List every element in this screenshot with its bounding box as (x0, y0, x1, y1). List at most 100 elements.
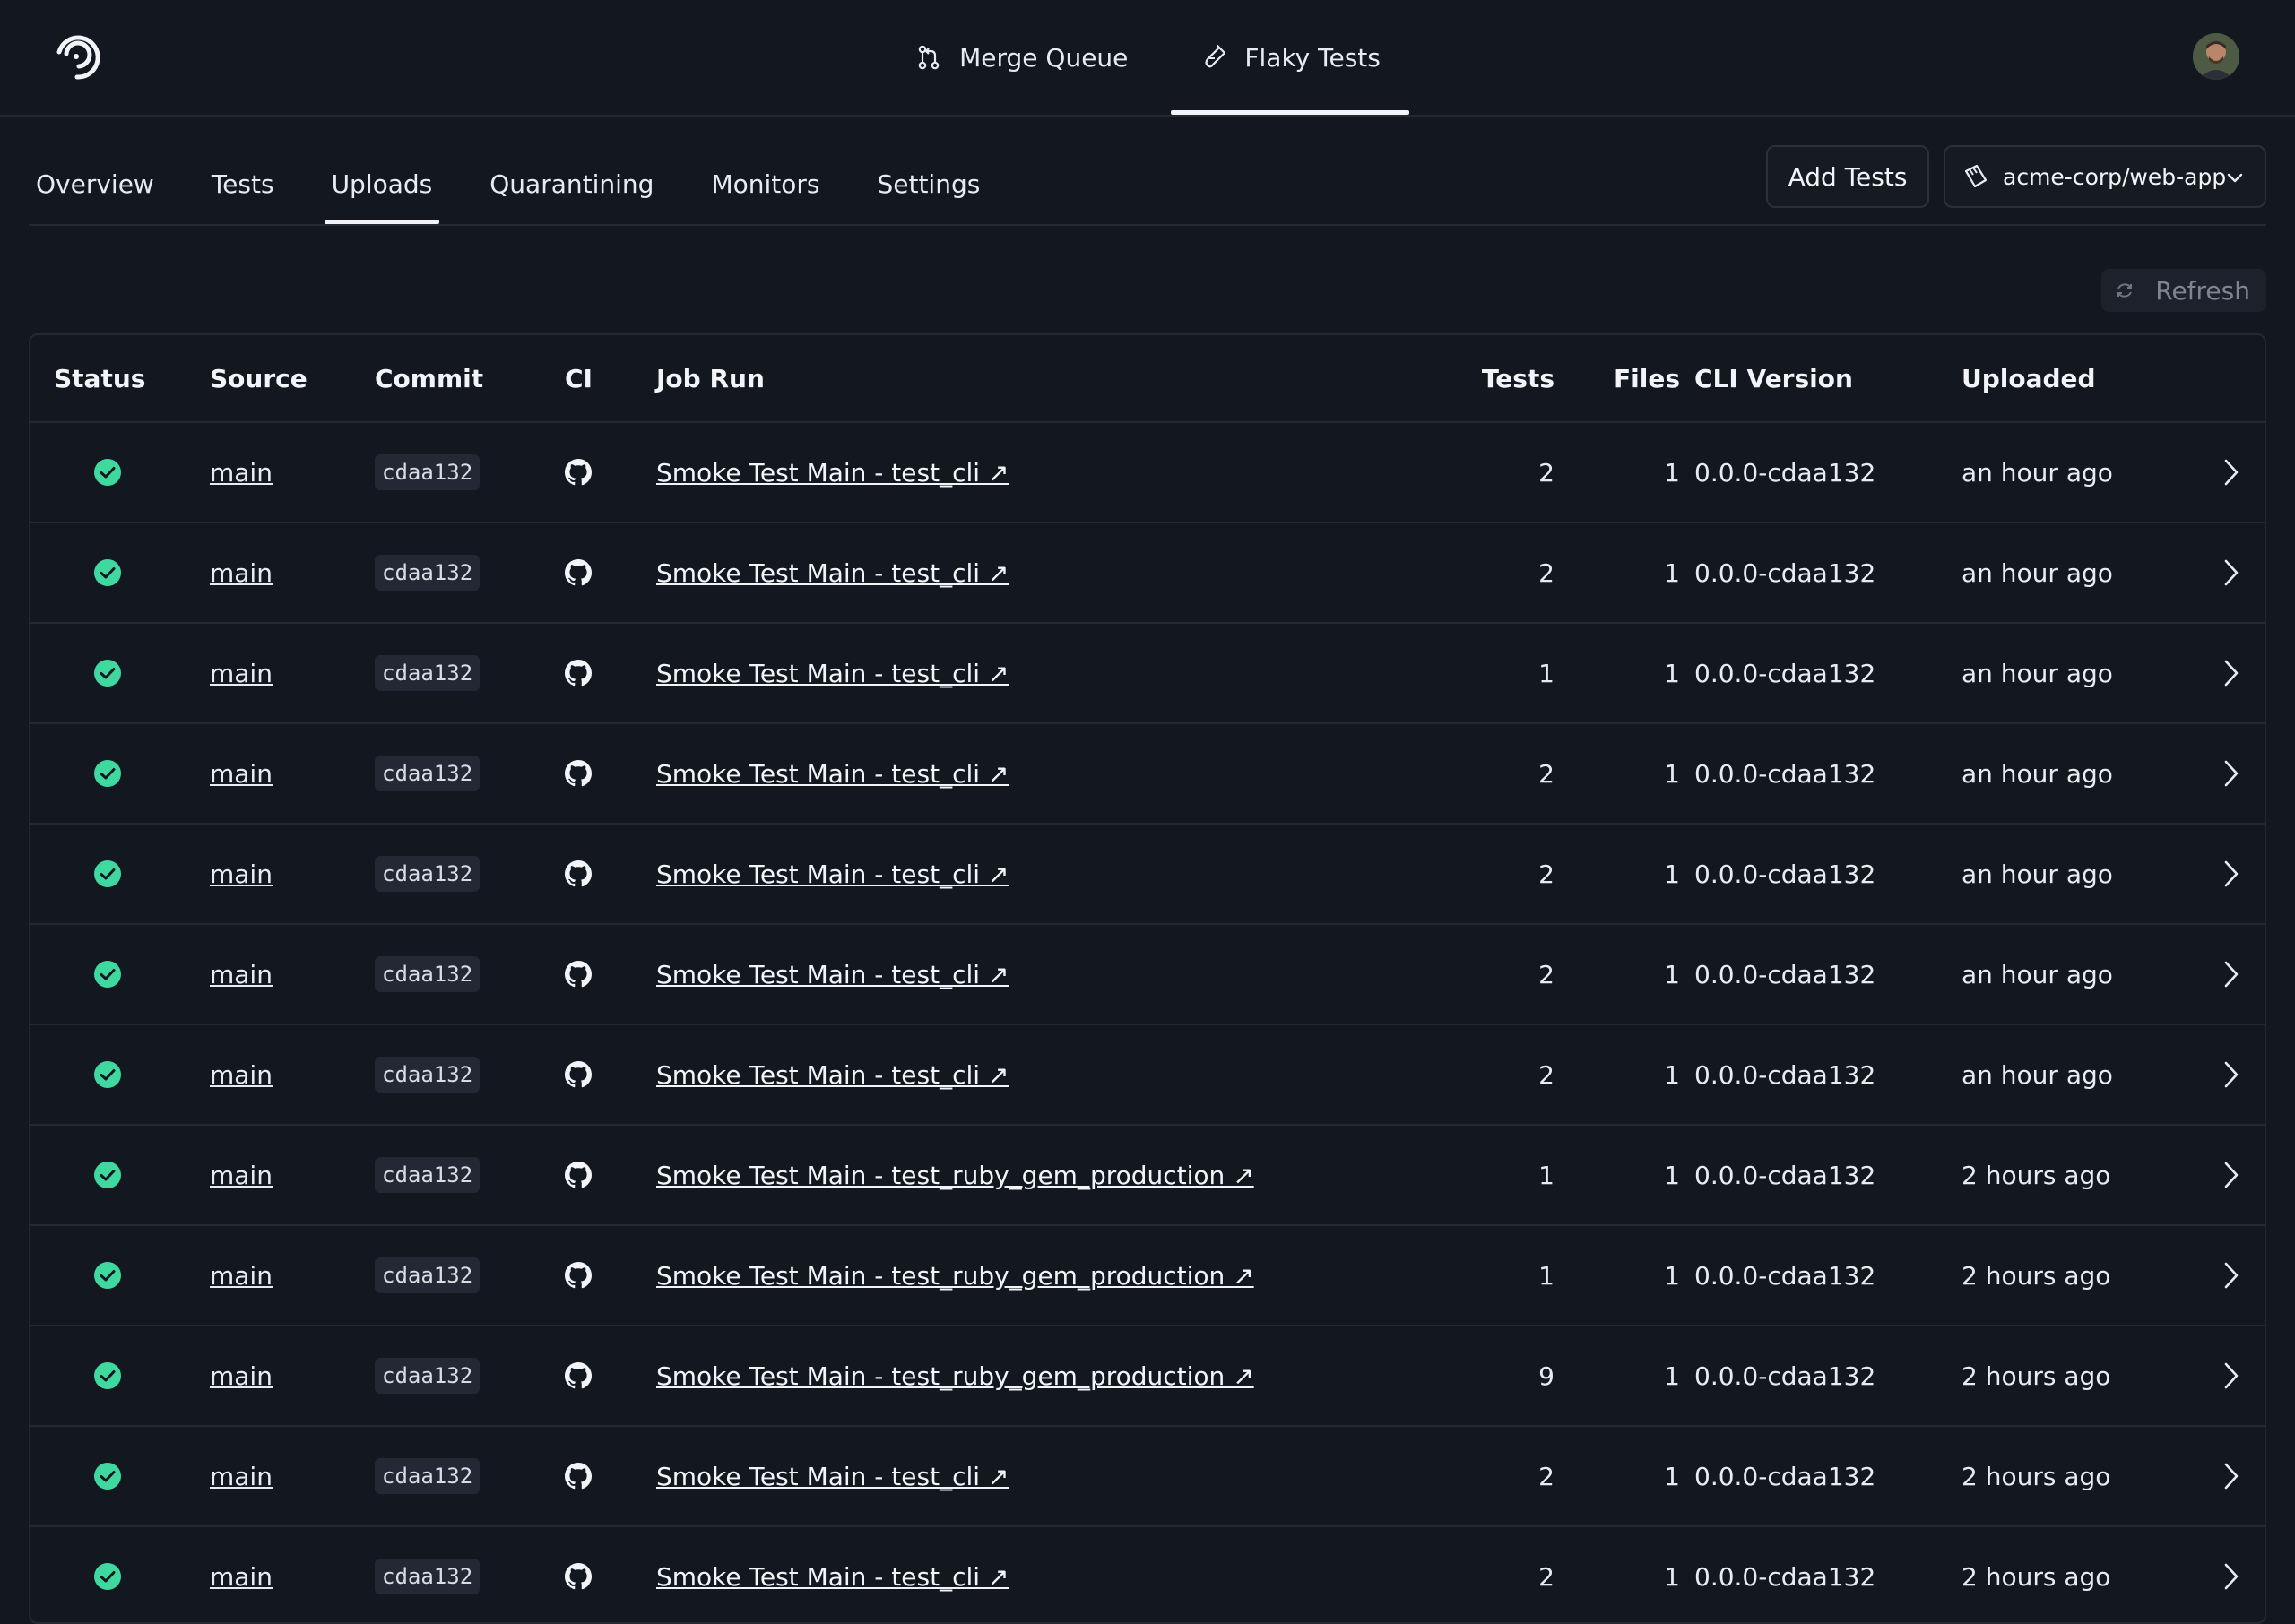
repo-icon (1964, 164, 1988, 188)
source-branch-link[interactable]: main (210, 860, 273, 889)
chevron-right-icon[interactable] (2218, 624, 2243, 722)
tab-settings[interactable]: Settings (870, 143, 987, 224)
job-run-cell: Smoke Test Main - test_ruby_gem_producti… (656, 1226, 1254, 1325)
commit-cell: cdaa132 (375, 1527, 481, 1622)
source-branch-link[interactable]: main (210, 1361, 273, 1391)
chevron-right-icon[interactable] (2218, 825, 2243, 923)
job-run-link[interactable]: Smoke Test Main - test_cli ↗ (656, 1462, 1009, 1491)
sub-tabs: Overview Tests Uploads Quarantining Moni… (29, 143, 1030, 224)
github-icon (565, 1025, 592, 1124)
table-row[interactable]: main cdaa132 Smoke Test Main - test_cli ↗ 2… (30, 1025, 2265, 1126)
table-row[interactable]: main cdaa132 Smoke Test Main - test_cli ↗ 2… (30, 724, 2265, 825)
chevron-right-icon[interactable] (2218, 1126, 2243, 1224)
tests-count: 2 (1538, 557, 1555, 588)
status-success-icon (93, 1226, 122, 1325)
source-cell: main (210, 1527, 273, 1622)
repo-selector[interactable]: acme-corp/web-app (1944, 145, 2266, 208)
commit-sha[interactable]: cdaa132 (375, 1358, 481, 1394)
chevron-right-icon[interactable] (2218, 925, 2243, 1024)
source-branch-link[interactable]: main (210, 659, 273, 688)
tab-uploads[interactable]: Uploads (324, 143, 440, 224)
source-branch-link[interactable]: main (210, 759, 273, 789)
refresh-button[interactable]: Refresh (2101, 269, 2266, 312)
chevron-right-icon[interactable] (2218, 1427, 2243, 1525)
header-uploaded: Uploaded (1962, 363, 2096, 393)
table-row[interactable]: main cdaa132 Smoke Test Main - test_ruby_g… (30, 1126, 2265, 1226)
table-row[interactable]: main cdaa132 Smoke Test Main - test_cli ↗ 2… (30, 1527, 2265, 1622)
job-run-link[interactable]: Smoke Test Main - test_cli ↗ (656, 458, 1009, 488)
source-branch-link[interactable]: main (210, 1261, 273, 1291)
source-branch-link[interactable]: main (210, 558, 273, 588)
commit-sha[interactable]: cdaa132 (375, 1257, 481, 1293)
job-run-cell: Smoke Test Main - test_cli ↗ (656, 1427, 1009, 1525)
commit-sha[interactable]: cdaa132 (375, 454, 481, 490)
table-row[interactable]: main cdaa132 Smoke Test Main - test_cli ↗ 2… (30, 1427, 2265, 1527)
tab-overview[interactable]: Overview (29, 143, 161, 224)
source-branch-link[interactable]: main (210, 1060, 273, 1090)
commit-sha[interactable]: cdaa132 (375, 555, 481, 591)
commit-sha[interactable]: cdaa132 (375, 956, 481, 992)
job-run-link[interactable]: Smoke Test Main - test_cli ↗ (656, 960, 1009, 989)
chevron-right-icon[interactable] (2218, 523, 2243, 622)
tab-quarantining[interactable]: Quarantining (482, 143, 661, 224)
tests-count: 2 (1538, 457, 1555, 488)
table-row[interactable]: main cdaa132 Smoke Test Main - test_cli ↗ 2… (30, 523, 2265, 624)
commit-sha[interactable]: cdaa132 (375, 655, 481, 691)
chevron-right-icon[interactable] (2218, 423, 2243, 522)
header-source: Source (210, 363, 307, 393)
job-run-link[interactable]: Smoke Test Main - test_cli ↗ (656, 1060, 1009, 1090)
tab-tests[interactable]: Tests (204, 143, 281, 224)
chevron-right-icon[interactable] (2218, 1226, 2243, 1325)
chevron-right-icon[interactable] (2218, 1326, 2243, 1425)
job-run-cell: Smoke Test Main - test_ruby_gem_producti… (656, 1126, 1254, 1224)
chevron-right-icon[interactable] (2218, 1527, 2243, 1622)
header-status: Status (54, 363, 146, 393)
topnav-merge-queue[interactable]: Merge Queue (886, 0, 1156, 115)
job-run-cell: Smoke Test Main - test_ruby_gem_producti… (656, 1326, 1254, 1425)
source-branch-link[interactable]: main (210, 1161, 273, 1190)
cli-version: 0.0.0-cdaa132 (1694, 1260, 1876, 1291)
source-branch-link[interactable]: main (210, 1462, 273, 1491)
job-run-link[interactable]: Smoke Test Main - test_cli ↗ (656, 759, 1009, 789)
chevron-right-icon[interactable] (2218, 1025, 2243, 1124)
job-run-link[interactable]: Smoke Test Main - test_ruby_gem_producti… (656, 1261, 1254, 1291)
chevron-right-icon[interactable] (2218, 724, 2243, 823)
github-icon (565, 523, 592, 622)
commit-sha[interactable]: cdaa132 (375, 1057, 481, 1093)
cli-version: 0.0.0-cdaa132 (1694, 859, 1876, 889)
topnav-flaky-tests[interactable]: Flaky Tests (1171, 0, 1410, 115)
job-run-link[interactable]: Smoke Test Main - test_cli ↗ (656, 659, 1009, 688)
cli-version: 0.0.0-cdaa132 (1694, 1361, 1876, 1391)
avatar[interactable] (2193, 33, 2239, 80)
commit-sha[interactable]: cdaa132 (375, 1458, 481, 1494)
github-icon (565, 925, 592, 1024)
commit-sha[interactable]: cdaa132 (375, 1157, 481, 1193)
source-branch-link[interactable]: main (210, 960, 273, 989)
commit-sha[interactable]: cdaa132 (375, 856, 481, 892)
sub-nav: Overview Tests Uploads Quarantining Moni… (29, 143, 2266, 226)
source-branch-link[interactable]: main (210, 1562, 273, 1592)
table-row[interactable]: main cdaa132 Smoke Test Main - test_cli ↗ 2… (30, 423, 2265, 523)
cli-version: 0.0.0-cdaa132 (1694, 959, 1876, 989)
job-run-link[interactable]: Smoke Test Main - test_ruby_gem_producti… (656, 1361, 1254, 1391)
job-run-link[interactable]: Smoke Test Main - test_cli ↗ (656, 1562, 1009, 1592)
job-run-link[interactable]: Smoke Test Main - test_ruby_gem_producti… (656, 1161, 1254, 1190)
files-count: 1 (1664, 859, 1680, 889)
table-row[interactable]: main cdaa132 Smoke Test Main - test_ruby_g… (30, 1326, 2265, 1427)
files-count: 1 (1664, 557, 1680, 588)
uploads-table: Status Source Commit CI Job Run Tests Fi… (29, 333, 2266, 1624)
source-cell: main (210, 423, 273, 522)
commit-sha[interactable]: cdaa132 (375, 1559, 481, 1594)
table-row[interactable]: main cdaa132 Smoke Test Main - test_ruby_g… (30, 1226, 2265, 1326)
commit-sha[interactable]: cdaa132 (375, 756, 481, 791)
add-tests-button[interactable]: Add Tests (1766, 145, 1929, 208)
status-success-icon (93, 825, 122, 923)
source-branch-link[interactable]: main (210, 458, 273, 488)
job-run-link[interactable]: Smoke Test Main - test_cli ↗ (656, 558, 1009, 588)
tab-monitors[interactable]: Monitors (704, 143, 827, 224)
table-row[interactable]: main cdaa132 Smoke Test Main - test_cli ↗ 1… (30, 624, 2265, 724)
table-row[interactable]: main cdaa132 Smoke Test Main - test_cli ↗ 2… (30, 925, 2265, 1025)
top-nav: Merge Queue Flaky Tests (0, 0, 2295, 115)
job-run-link[interactable]: Smoke Test Main - test_cli ↗ (656, 860, 1009, 889)
table-row[interactable]: main cdaa132 Smoke Test Main - test_cli ↗ 2… (30, 825, 2265, 925)
